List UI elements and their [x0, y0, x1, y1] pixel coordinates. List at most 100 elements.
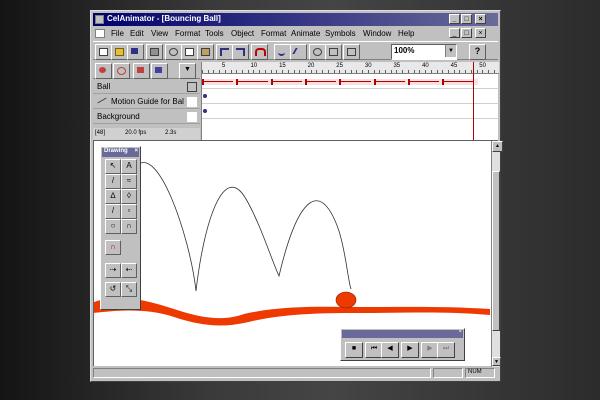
layer-row-motion-guide[interactable]: Motion Guide for Bal: [93, 95, 200, 109]
minimize-button[interactable]: _: [449, 14, 460, 24]
scale-option-icon[interactable]: ⤡: [121, 282, 137, 297]
maximize-button[interactable]: □: [461, 14, 472, 24]
doc-close-button[interactable]: ×: [475, 28, 486, 38]
new-icon[interactable]: [95, 44, 112, 60]
playback-controller: × ■ ⏮ ◀ ▶ ▶ ⏭: [340, 328, 465, 361]
undo-icon[interactable]: [216, 44, 233, 60]
modify-onion-icon[interactable]: [151, 63, 168, 79]
zoom-value: 100%: [394, 46, 415, 55]
title-bar[interactable]: CelAnimator - [Bouncing Ball] _ □ ×: [93, 13, 498, 26]
ruler-tick: [373, 70, 375, 73]
tween-span[interactable]: [202, 79, 238, 85]
snap-magnet-icon[interactable]: ∩: [105, 240, 121, 255]
frame-ruler[interactable]: 5 10 15 20 25 30 35 40 45 50: [202, 62, 499, 74]
layer-name: Ball: [97, 82, 111, 91]
ruler-tick: [224, 70, 226, 73]
ink-bottle-icon[interactable]: ∆: [105, 189, 121, 204]
eyedropper-icon[interactable]: /: [105, 204, 121, 219]
cut-icon[interactable]: [165, 44, 182, 60]
rotate-icon[interactable]: [309, 44, 326, 60]
copy-icon[interactable]: [181, 44, 198, 60]
paste-icon[interactable]: [197, 44, 214, 60]
straighten-option-icon[interactable]: ⇠: [121, 263, 137, 278]
frame-row-background[interactable]: [202, 105, 499, 119]
timeline-menu-icon[interactable]: ▼: [179, 63, 196, 79]
menu-symbols[interactable]: Symbols: [325, 29, 356, 38]
paint-bucket-icon[interactable]: ◊: [121, 189, 137, 204]
frame-row-motion-guide[interactable]: [202, 90, 499, 104]
open-icon[interactable]: [111, 44, 128, 60]
brush-tool-icon[interactable]: ≈: [121, 174, 137, 189]
menu-file[interactable]: File: [111, 29, 124, 38]
menu-help[interactable]: Help: [398, 29, 414, 38]
ruler-tick: [402, 70, 404, 73]
frame-row-ball[interactable]: [202, 75, 499, 89]
close-button[interactable]: ×: [475, 14, 486, 24]
eraser-icon[interactable]: ▫: [121, 204, 137, 219]
rotate-option-icon[interactable]: ↺: [105, 282, 121, 297]
smooth-icon[interactable]: [274, 44, 291, 60]
menu-edit[interactable]: Edit: [130, 29, 144, 38]
stop-icon[interactable]: ■: [345, 342, 363, 358]
save-icon[interactable]: [127, 44, 144, 60]
doc-restore-button[interactable]: □: [461, 28, 472, 38]
straighten-icon[interactable]: [290, 44, 307, 60]
magnifier-icon[interactable]: ○: [105, 219, 121, 234]
arrow-tool-icon[interactable]: ↖: [105, 159, 121, 174]
scroll-thumb[interactable]: [492, 171, 500, 331]
menu-object[interactable]: Object: [231, 29, 254, 38]
smooth-option-icon[interactable]: ⇢: [105, 263, 121, 278]
fast-forward-icon[interactable]: ⏭: [437, 342, 455, 358]
ruler-label: 15: [279, 63, 286, 69]
edit-multiple-icon[interactable]: [133, 63, 150, 79]
ruler-tick: [419, 70, 421, 73]
frame-grid[interactable]: 5 10 15 20 25 30 35 40 45 50: [201, 62, 499, 140]
text-tool-icon[interactable]: A: [121, 159, 137, 174]
tween-span[interactable]: [339, 79, 375, 85]
tween-span[interactable]: [304, 79, 341, 85]
tween-span[interactable]: [270, 79, 306, 85]
redo-icon[interactable]: [232, 44, 249, 60]
playhead[interactable]: [472, 62, 474, 140]
keyframe-dot: [203, 94, 207, 98]
drawing-title-bar[interactable]: Drawing ×: [102, 148, 139, 157]
ruler-tick: [230, 70, 232, 73]
layer-row-ball[interactable]: Ball: [93, 80, 200, 94]
lasso-icon[interactable]: ∩: [121, 219, 137, 234]
stage[interactable]: Drawing × ↖ A / ≈ ∆ ◊ / ▫ ○ ∩ ∩ ⇢ ⇠ ↺ ⤡ …: [93, 140, 503, 367]
ruler-tick: [259, 70, 261, 73]
ground-stroke: [94, 297, 490, 326]
onion-outline-icon[interactable]: [113, 63, 130, 79]
menu-window[interactable]: Window: [363, 29, 391, 38]
menu-animate[interactable]: Animate: [291, 29, 320, 38]
tween-span[interactable]: [407, 79, 444, 85]
ruler-label: 45: [450, 63, 458, 69]
layer-row-background[interactable]: Background: [93, 110, 200, 124]
doc-minimize-button[interactable]: _: [449, 28, 460, 38]
document-icon[interactable]: [95, 29, 105, 38]
zoom-in-icon[interactable]: [343, 44, 360, 60]
zoom-select[interactable]: 100% ▼: [391, 44, 457, 60]
close-icon[interactable]: ×: [134, 148, 138, 154]
tween-span[interactable]: [236, 79, 272, 85]
scroll-up-icon[interactable]: ▲: [492, 141, 503, 152]
magnet-icon[interactable]: [251, 44, 268, 60]
controller-title-bar[interactable]: ×: [342, 329, 463, 338]
close-icon[interactable]: ×: [458, 329, 462, 335]
vertical-scrollbar[interactable]: ▲ ▼: [491, 141, 503, 367]
ruler-tick: [350, 70, 352, 73]
menu-format[interactable]: Format: [175, 29, 200, 38]
scale-icon[interactable]: [325, 44, 342, 60]
menu-view[interactable]: View: [151, 29, 168, 38]
print-icon[interactable]: [146, 44, 163, 60]
scroll-down-icon[interactable]: ▼: [492, 357, 501, 366]
pencil-tool-icon[interactable]: /: [105, 174, 121, 189]
chevron-down-icon[interactable]: ▼: [445, 45, 456, 57]
help-button[interactable]: ?: [469, 44, 486, 60]
menu-format-2[interactable]: Format: [261, 29, 286, 38]
play-icon[interactable]: ▶: [401, 342, 419, 358]
onion-skin-icon[interactable]: [95, 63, 112, 79]
step-back-icon[interactable]: ◀: [381, 342, 399, 358]
tween-span[interactable]: [373, 79, 409, 85]
menu-tools[interactable]: Tools: [205, 29, 224, 38]
